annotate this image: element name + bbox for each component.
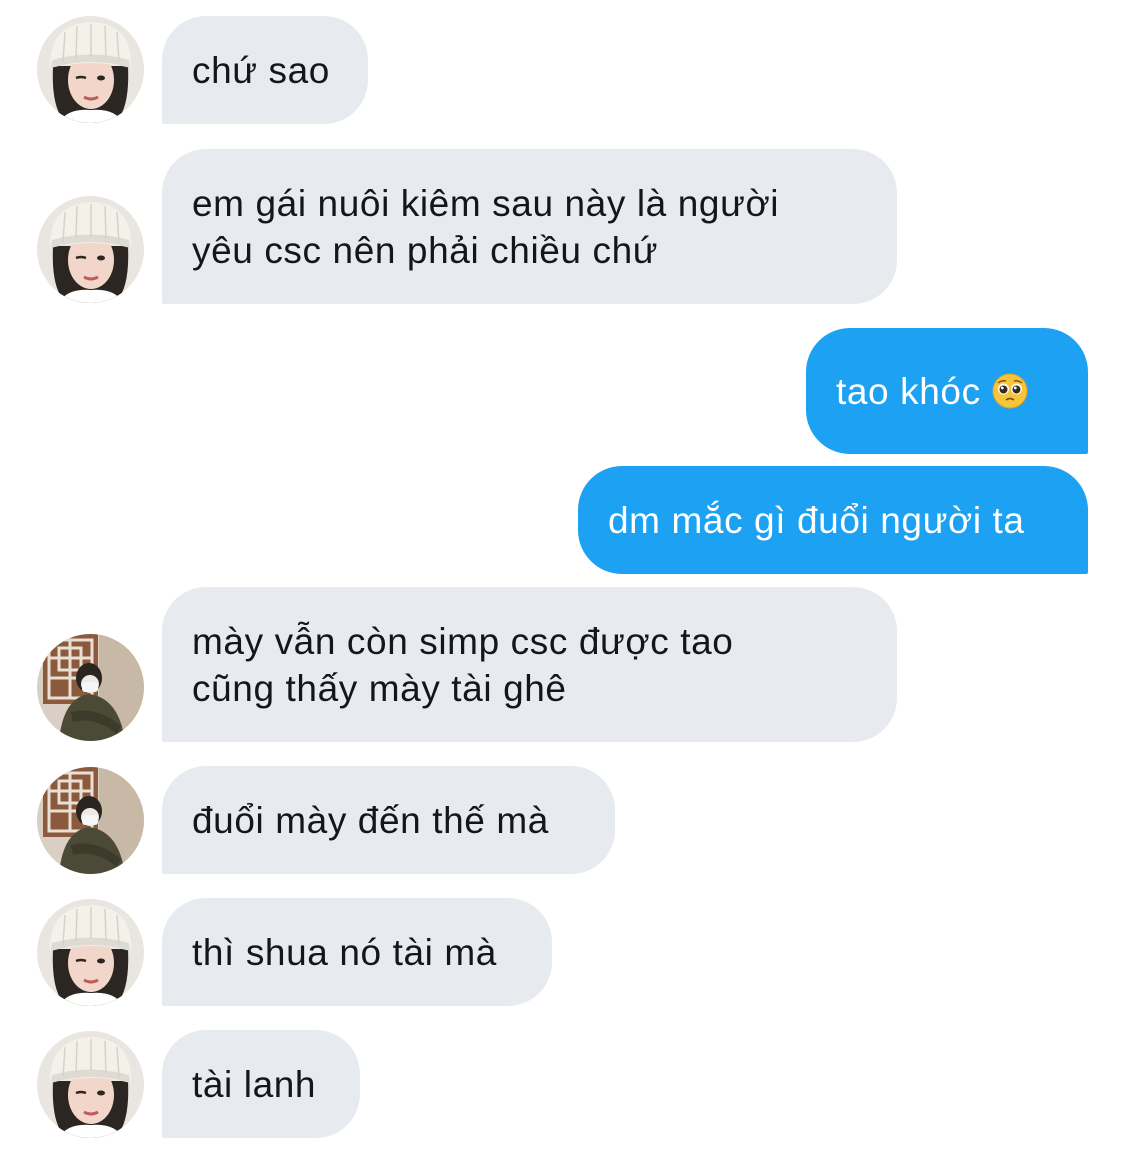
- avatar-white-beanie: [37, 899, 144, 1006]
- pleading-face-emoji: [992, 373, 1028, 409]
- avatar[interactable]: [37, 196, 144, 303]
- avatar[interactable]: [37, 899, 144, 1006]
- message-bubble-sent[interactable]: tao khóc: [806, 328, 1088, 454]
- avatar-white-beanie: [37, 196, 144, 303]
- message-bubble-received[interactable]: mày vẫn còn simp csc được tao cũng thấy …: [162, 587, 897, 742]
- message-bubble-received[interactable]: em gái nuôi kiêm sau này là người yêu cs…: [162, 149, 897, 304]
- avatar[interactable]: [37, 634, 144, 741]
- avatar-masked-jacket: [37, 634, 144, 741]
- message-bubble-received[interactable]: tài lanh: [162, 1030, 360, 1138]
- message-bubble-received[interactable]: thì shua nó tài mà: [162, 898, 552, 1006]
- avatar[interactable]: [37, 16, 144, 123]
- avatar[interactable]: [37, 767, 144, 874]
- avatar-white-beanie: [37, 1031, 144, 1138]
- message-text: thì shua nó tài mà: [192, 931, 497, 973]
- message-text: em gái nuôi kiêm sau này là người yêu cs…: [192, 182, 780, 271]
- message-bubble-received[interactable]: đuổi mày đến thế mà: [162, 766, 615, 874]
- message-text: mày vẫn còn simp csc được tao cũng thấy …: [192, 620, 734, 709]
- message-text: dm mắc gì đuổi người ta: [608, 499, 1025, 541]
- message-text: tài lanh: [192, 1063, 317, 1105]
- message-bubble-received[interactable]: chứ sao: [162, 16, 368, 124]
- avatar-white-beanie: [37, 16, 144, 123]
- avatar-masked-jacket: [37, 767, 144, 874]
- message-text: tao khóc: [836, 370, 981, 412]
- avatar[interactable]: [37, 1031, 144, 1138]
- message-text: đuổi mày đến thế mà: [192, 799, 549, 841]
- message-bubble-sent[interactable]: dm mắc gì đuổi người ta: [578, 466, 1088, 574]
- message-text: chứ sao: [192, 49, 330, 91]
